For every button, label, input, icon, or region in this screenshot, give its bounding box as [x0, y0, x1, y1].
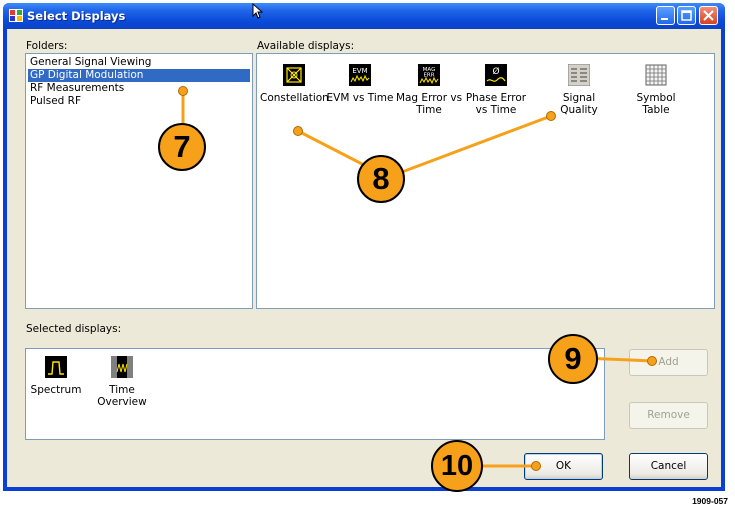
maximize-icon [681, 10, 692, 21]
display-label-constellation: Constellation [260, 92, 329, 104]
callout-7-pointer-dot [178, 86, 188, 96]
callout-8: 8 [357, 155, 405, 203]
maximize-button[interactable] [677, 6, 696, 25]
select-displays-window: Select Displays Folders: General Signal … [3, 3, 725, 491]
display-tile-symbol-table[interactable]: Symbol Table [622, 64, 690, 116]
display-tile-evm-vs-time[interactable]: EVM EVM vs Time [326, 64, 394, 104]
cancel-button[interactable]: Cancel [629, 453, 708, 480]
selected-label-spectrum: Spectrum [30, 384, 82, 396]
callout-10-pointer-dot [531, 461, 541, 471]
window-title: Select Displays [27, 9, 126, 23]
folders-label: Folders: [26, 40, 68, 52]
figure-id: 1909-057 [692, 496, 728, 506]
phase-error-icon: Ø [485, 64, 507, 86]
display-tile-phase-error-vs-time[interactable]: Ø Phase Error vs Time [462, 64, 530, 116]
callout-8b-pointer-dot [546, 111, 556, 121]
callout-10: 10 [431, 440, 483, 492]
display-label-phase-error-vs-time: Phase Error vs Time [465, 92, 527, 116]
callout-9-pointer-dot [647, 356, 657, 366]
available-displays-label: Available displays: [257, 40, 355, 52]
mouse-cursor-icon [252, 3, 264, 19]
folders-list[interactable]: General Signal Viewing GP Digital Modula… [25, 53, 253, 309]
close-button[interactable] [699, 6, 718, 25]
app-window-icon [9, 9, 23, 22]
folder-item-pulsed-rf[interactable]: Pulsed RF [28, 95, 83, 108]
folder-item-general-signal-viewing[interactable]: General Signal Viewing [28, 56, 153, 69]
display-label-symbol-table: Symbol Table [636, 92, 676, 116]
minimize-button[interactable] [656, 6, 675, 25]
time-overview-icon [111, 356, 133, 378]
symbol-table-icon [645, 64, 667, 86]
display-label-mag-error-vs-time: Mag Error vs Time [395, 92, 463, 116]
selected-tile-spectrum[interactable]: Spectrum [22, 356, 90, 396]
title-bar[interactable]: Select Displays [3, 3, 725, 29]
add-button[interactable]: Add [629, 349, 708, 376]
remove-button[interactable]: Remove [629, 402, 708, 429]
display-tile-signal-quality[interactable]: Signal Quality [545, 64, 613, 116]
available-displays-list[interactable]: Constellation EVM EVM vs Time MAG ERR Ma… [256, 53, 715, 309]
callout-8a-pointer-dot [293, 126, 303, 136]
spectrum-icon [45, 356, 67, 378]
display-tile-constellation[interactable]: Constellation [260, 64, 329, 104]
selected-displays-list[interactable]: Spectrum Time Overview [25, 348, 605, 440]
callout-7: 7 [158, 123, 206, 171]
evm-icon: EVM [349, 64, 371, 86]
display-label-evm-vs-time: EVM vs Time [326, 92, 394, 104]
mag-error-icon: MAG ERR [418, 64, 440, 86]
selected-label-time-overview: Time Overview [97, 384, 147, 408]
phase-error-icon-text: Ø [492, 66, 499, 77]
selected-tile-time-overview[interactable]: Time Overview [88, 356, 156, 408]
display-tile-mag-error-vs-time[interactable]: MAG ERR Mag Error vs Time [395, 64, 463, 116]
close-icon [703, 10, 714, 21]
signal-quality-icon [568, 64, 590, 86]
constellation-icon [283, 64, 305, 86]
svg-text:ERR: ERR [423, 73, 434, 79]
selected-displays-label: Selected displays: [26, 323, 122, 335]
callout-9: 9 [548, 334, 598, 384]
evm-icon-text: EVM [352, 67, 367, 75]
dialog-client-area: Folders: General Signal Viewing GP Digit… [7, 29, 721, 487]
folder-item-gp-digital-modulation[interactable]: GP Digital Modulation [28, 69, 250, 82]
folder-item-rf-measurements[interactable]: RF Measurements [28, 82, 126, 95]
minimize-icon [661, 18, 668, 20]
